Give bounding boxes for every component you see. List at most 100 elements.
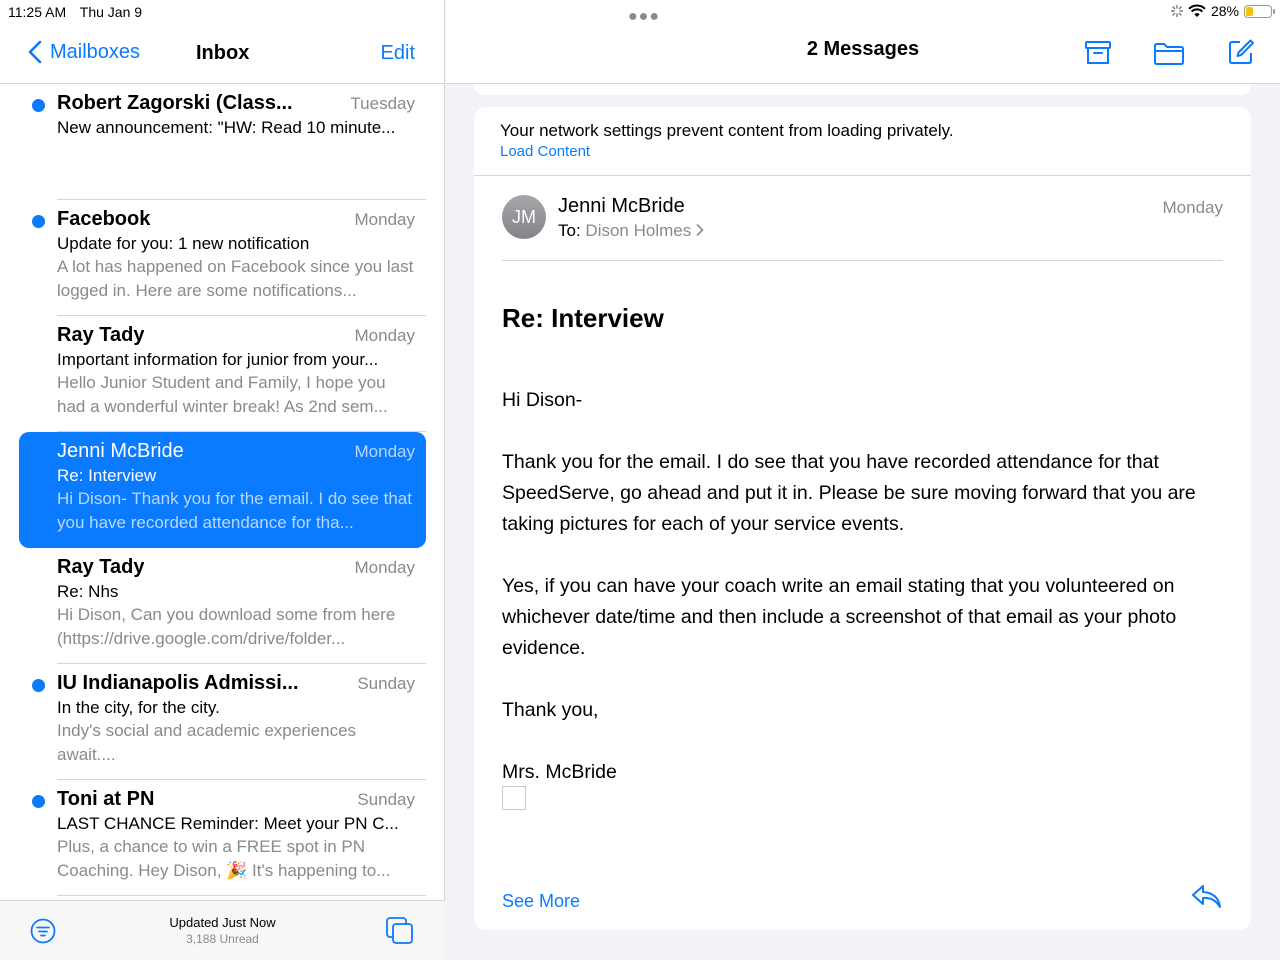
mailbox-sidebar: 11:25 AM Thu Jan 9 Mailboxes Inbox Edit … [0, 0, 445, 960]
mail-list-item[interactable]: Jenni McBride Monday Re: Interview Hi Dison… [19, 432, 426, 548]
mail-list-item[interactable]: Robert Zagorski (Class... Tuesday New anno… [0, 84, 445, 200]
mail-date: Sunday [357, 790, 415, 809]
mail-date: Monday [354, 442, 415, 461]
body-paragraph: Hi Dison- [502, 389, 583, 411]
load-content-link[interactable]: Load Content [500, 143, 1225, 160]
mail-list-item[interactable]: Ray Tady Monday Re: Nhs Hi Dison, Can you d… [0, 548, 445, 664]
unread-dot-icon [32, 99, 45, 112]
status-date: Thu Jan 9 [79, 4, 143, 20]
mail-subject: Re: Nhs [57, 582, 119, 601]
sender-name[interactable]: Jenni McBride [558, 195, 685, 218]
message-subject: Re: Interview [502, 303, 664, 333]
message-date: Monday [1162, 198, 1223, 217]
mail-preview: Hi Dison, Can you download some from her… [57, 605, 396, 648]
page-title: Inbox [196, 42, 250, 64]
status-bar-left: 11:25 AM Thu Jan 9 [8, 4, 152, 20]
reply-button[interactable] [1191, 883, 1223, 916]
loading-spinner-icon [1170, 5, 1183, 17]
mail-sender: Jenni McBride [57, 440, 184, 462]
move-to-folder-button[interactable] [1153, 42, 1185, 71]
mail-sender: Toni at PN [57, 788, 155, 810]
mail-sender: IU Indianapolis Admissi... [57, 672, 299, 694]
body-paragraph: Thank you, [502, 699, 599, 721]
mail-preview: Indy's social and academic experiences a… [57, 721, 357, 764]
message-body: Hi Dison- Thank you for the email. I do … [502, 385, 1232, 819]
message-header: JM Jenni McBride To: Dison Holmes Monday [502, 176, 1223, 261]
battery-icon [1244, 4, 1275, 18]
mail-list-item[interactable]: Toni at PN Sunday LAST CHANCE Reminder: Me… [0, 780, 445, 896]
sidebar-toolbar: Updated Just Now 3,188 Unread [0, 900, 445, 960]
unread-dot-icon [32, 795, 45, 808]
mail-subject: In the city, for the city. [57, 698, 220, 717]
mailbox-status: Updated Just Now 3,188 Unread [0, 915, 445, 946]
message-card: Your network settings prevent content fr… [474, 107, 1251, 930]
mail-date: Monday [354, 558, 415, 577]
compose-icon [1229, 39, 1254, 64]
mail-date: Tuesday [350, 94, 415, 113]
mail-sender: Facebook [57, 208, 151, 230]
mail-list-item[interactable]: Facebook Monday Update for you: 1 new noti… [0, 200, 445, 316]
edit-button[interactable]: Edit [381, 42, 415, 65]
mail-list-item[interactable]: IU Indianapolis Admissi... Sunday In the c… [0, 664, 445, 780]
updated-status: Updated Just Now [169, 915, 276, 930]
windows-stack-icon [386, 917, 413, 944]
mail-date: Sunday [357, 674, 415, 693]
mail-item-header: Jenni McBride Monday [57, 440, 415, 463]
mail-subject: Update for you: 1 new notification [57, 234, 310, 253]
mail-item-header: Facebook Monday [57, 208, 415, 231]
status-bar-right: 28% [1170, 3, 1275, 19]
previous-message-card[interactable] [474, 84, 1251, 95]
mail-sender: Robert Zagorski (Class... [57, 92, 293, 114]
archive-button[interactable] [1084, 40, 1112, 71]
body-paragraph: Yes, if you can have your coach write an… [502, 575, 1177, 659]
image-placeholder [502, 786, 526, 810]
chevron-left-icon [28, 40, 42, 64]
status-time: 11:25 AM [8, 4, 67, 20]
mail-preview: A lot has happened on Facebook since you… [57, 257, 414, 300]
inbox-nav-bar: Mailboxes Inbox Edit [0, 28, 445, 84]
compose-button[interactable] [1227, 38, 1255, 71]
see-more-link[interactable]: See More [502, 891, 580, 912]
privacy-banner: Your network settings prevent content fr… [474, 107, 1251, 176]
battery-percent: 28% [1210, 3, 1239, 19]
mail-item-header: Ray Tady Monday [57, 556, 415, 579]
mail-subject: Important information for junior from yo… [57, 350, 379, 369]
unread-dot-icon [32, 679, 45, 692]
mail-item-header: Toni at PN Sunday [57, 788, 415, 811]
archive-icon [1085, 41, 1111, 64]
mail-date: Monday [354, 210, 415, 229]
mail-subject: New announcement: "HW: Read 10 minute... [57, 118, 396, 137]
mail-sender: Ray Tady [57, 556, 145, 578]
mail-preview: Hi Dison- Thank you for the email. I do … [57, 489, 412, 532]
body-paragraph: Thank you for the email. I do see that y… [502, 451, 1196, 535]
unread-dot-icon [32, 215, 45, 228]
mail-item-header: Ray Tady Monday [57, 324, 415, 347]
mail-preview: Hello Junior Student and Family, I hope … [57, 373, 388, 416]
avatar[interactable]: JM [502, 195, 546, 239]
mail-item-header: Robert Zagorski (Class... Tuesday [57, 92, 415, 115]
battery-fill [1246, 6, 1253, 16]
mail-sender: Ray Tady [57, 324, 145, 346]
mail-item-header: IU Indianapolis Admissi... Sunday [57, 672, 415, 695]
multitasking-dots-icon[interactable]: ●●● [628, 8, 660, 26]
unread-count: 3,188 Unread [186, 932, 259, 946]
mail-preview: Plus, a chance to win a FREE spot in PN … [57, 837, 391, 880]
multiple-windows-button[interactable] [385, 916, 415, 951]
recipient-line[interactable]: To: Dison Holmes [558, 221, 704, 241]
back-label: Mailboxes [50, 40, 141, 63]
chevron-right-icon [696, 224, 704, 236]
privacy-banner-text: Your network settings prevent content fr… [500, 121, 954, 140]
mail-list-item[interactable]: Ray Tady Monday Important information for … [0, 316, 445, 432]
mail-subject: Re: Interview [57, 466, 157, 485]
mail-date: Monday [354, 326, 415, 345]
mail-separator [57, 895, 426, 896]
back-to-mailboxes-button[interactable]: Mailboxes [28, 40, 140, 64]
wifi-icon [1188, 4, 1206, 17]
mail-subject: LAST CHANCE Reminder: Meet your PN C... [57, 814, 399, 833]
folder-icon [1154, 43, 1184, 65]
body-signature: Mrs. McBride [502, 761, 617, 783]
mail-list: Robert Zagorski (Class... Tuesday New anno… [0, 84, 445, 900]
recipient-name: Dison Holmes [585, 221, 692, 240]
reply-arrow-icon [1192, 885, 1221, 908]
to-label: To: [558, 221, 581, 240]
